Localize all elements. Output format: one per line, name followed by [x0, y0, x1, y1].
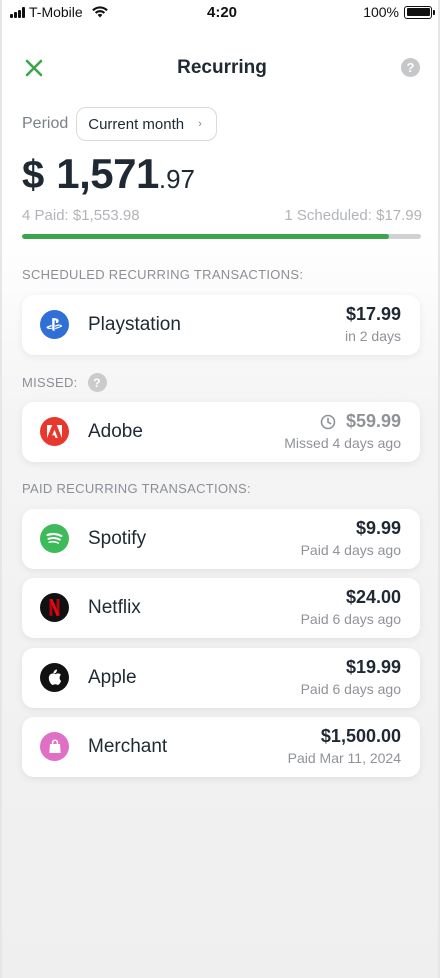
- missed-help-icon[interactable]: ?: [87, 373, 107, 392]
- total-amount: $ 1,571 .97: [22, 150, 195, 198]
- shopping-bag-icon: [40, 732, 69, 761]
- apple-icon: [40, 663, 69, 692]
- battery-percent: 100%: [363, 4, 399, 20]
- section-paid-text: PAID RECURRING TRANSACTIONS:: [22, 481, 251, 496]
- clock-icon: [320, 414, 336, 429]
- phone-screen: T-Mobile 4:20 100% Recurring ? Period Cu…: [0, 0, 440, 978]
- section-missed-text: MISSED:: [22, 375, 78, 390]
- paid-summary: 4 Paid: $1,553.98: [22, 207, 140, 224]
- scheduled-summary: 1 Scheduled: $17.99: [284, 207, 422, 224]
- period-label: Period: [22, 115, 69, 132]
- page-title: Recurring: [177, 57, 267, 78]
- transaction-sub: Missed 4 days ago: [284, 435, 401, 451]
- transaction-sub: Paid 6 days ago: [300, 681, 401, 697]
- section-scheduled-text: SCHEDULED RECURRING TRANSACTIONS:: [22, 267, 304, 282]
- transaction-sub: in 2 days: [344, 328, 401, 344]
- chevron-right-icon: ›: [198, 118, 202, 130]
- transaction-amount: $17.99: [345, 304, 401, 324]
- total-cents: .97: [158, 164, 196, 194]
- status-right: 100%: [363, 4, 435, 20]
- transaction-name: Apple: [88, 667, 137, 688]
- section-missed-label: MISSED: ?: [22, 373, 107, 392]
- transaction-card-spotify[interactable]: Spotify $9.99 Paid 4 days ago: [22, 509, 420, 569]
- progress-fill: [22, 234, 390, 239]
- transaction-name: Playstation: [88, 314, 181, 335]
- transaction-amount: $19.99: [345, 657, 401, 677]
- transaction-card-adobe[interactable]: Adobe $59.99 Missed 4 days ago: [22, 402, 420, 462]
- transaction-name: Adobe: [88, 421, 143, 442]
- transaction-amount: $24.00: [345, 587, 401, 607]
- transaction-card-netflix[interactable]: Netflix $24.00 Paid 6 days ago: [22, 578, 420, 638]
- battery-icon: [404, 5, 435, 19]
- summary-row: 4 Paid: $1,553.98 1 Scheduled: $17.99: [22, 207, 422, 224]
- transaction-amount: $59.99: [345, 411, 401, 431]
- status-bar: T-Mobile 4:20 100%: [2, 0, 440, 24]
- playstation-icon: [40, 310, 69, 339]
- transaction-amount: $9.99: [355, 518, 401, 538]
- transaction-amount: $1,500.00: [320, 726, 401, 746]
- spotify-icon: [40, 524, 69, 553]
- help-icon[interactable]: ?: [401, 58, 420, 77]
- netflix-icon: [40, 593, 69, 622]
- transaction-card-apple[interactable]: Apple $19.99 Paid 6 days ago: [22, 648, 420, 708]
- transaction-sub: Paid 4 days ago: [300, 542, 401, 558]
- transaction-name: Netflix: [88, 597, 141, 618]
- total-currency: $: [22, 153, 45, 197]
- section-paid-label: PAID RECURRING TRANSACTIONS:: [22, 481, 251, 496]
- period-value: Current month: [88, 115, 185, 133]
- period-row: Period Current month ›: [22, 107, 217, 141]
- adobe-icon: [40, 417, 69, 446]
- period-dropdown[interactable]: Current month ›: [76, 107, 217, 141]
- header: Recurring ?: [2, 48, 440, 88]
- progress-bar: [22, 234, 421, 239]
- transaction-sub: Paid 6 days ago: [300, 611, 401, 627]
- transaction-card-playstation[interactable]: Playstation $17.99 in 2 days: [22, 295, 420, 355]
- total-main: 1,571: [56, 150, 159, 197]
- transaction-name: Merchant: [88, 736, 168, 757]
- transaction-card-merchant[interactable]: Merchant $1,500.00 Paid Mar 11, 2024: [22, 717, 420, 777]
- transaction-sub: Paid Mar 11, 2024: [287, 750, 401, 766]
- transaction-amount-row: $59.99: [320, 411, 401, 432]
- section-scheduled-label: SCHEDULED RECURRING TRANSACTIONS:: [22, 267, 303, 282]
- transaction-name: Spotify: [88, 528, 147, 549]
